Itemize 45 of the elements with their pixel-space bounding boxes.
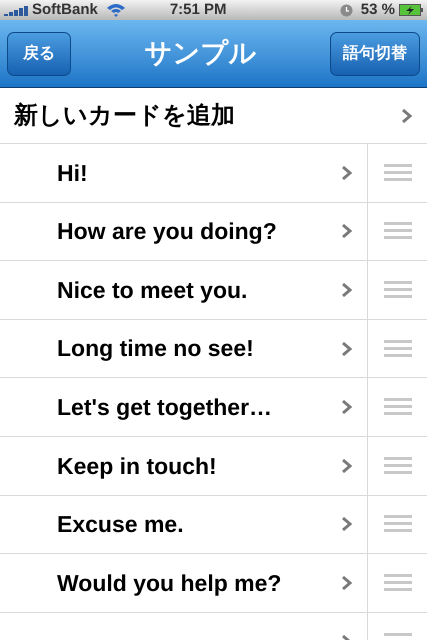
chevron-icon — [341, 223, 353, 240]
chevron-icon — [401, 108, 413, 124]
phrase-text: Long time no see! — [57, 334, 255, 364]
signal-icon — [4, 4, 28, 16]
screen-title: サンプル — [144, 37, 256, 70]
add-card-label: 新しいカードを追加 — [14, 100, 236, 130]
reorder-icon[interactable] — [384, 515, 412, 534]
phrase-text: Keep in touch! — [57, 452, 218, 481]
reorder-icon[interactable] — [384, 222, 412, 240]
phrase-text: Excuse me. — [57, 510, 185, 540]
clock-time: 7:51 PM — [170, 0, 227, 20]
wifi-icon — [106, 3, 126, 17]
battery-icon — [399, 4, 423, 16]
back-button[interactable]: 戻る — [7, 32, 71, 76]
phrase-row[interactable]: Would you help me? — [0, 554, 368, 612]
chevron-icon — [341, 516, 353, 532]
chevron-icon — [341, 458, 353, 474]
chevron-icon — [341, 282, 353, 298]
chevron-icon — [341, 574, 353, 591]
clock-icon — [340, 4, 353, 16]
reorder-icon[interactable] — [384, 456, 412, 475]
phrase-text: Would you help me? — [57, 568, 282, 598]
phrase-text: Hi! — [57, 158, 89, 188]
chevron-icon — [341, 399, 353, 416]
reorder-icon[interactable] — [384, 340, 412, 358]
reorder-icon[interactable] — [384, 574, 412, 592]
toggle-phrase-button[interactable]: 語句切替 — [330, 32, 420, 76]
reorder-icon[interactable] — [384, 164, 412, 182]
phrase-row[interactable]: Excuse me. — [0, 496, 368, 554]
phrase-row[interactable]: Nice to meet you. — [0, 261, 368, 319]
phrase-row[interactable]: Long time no see! — [0, 320, 368, 378]
phrase-text: How are you doing? — [57, 217, 278, 246]
phrase-row[interactable]: How are you doing? — [0, 202, 368, 260]
phrase-text: Nice to meet you. — [57, 276, 248, 305]
add-card-row[interactable]: 新しいカードを追加 — [0, 88, 427, 144]
reorder-icon[interactable] — [384, 398, 412, 416]
chevron-icon — [341, 340, 353, 357]
phrase-row[interactable]: Let's get together… — [0, 378, 368, 436]
carrier-name: SoftBank — [32, 0, 98, 20]
phrase-row[interactable]: Keep in touch! — [0, 436, 368, 495]
reorder-icon[interactable] — [384, 280, 412, 299]
phrase-text: Let's get together… — [57, 392, 274, 422]
battery-percent: 53 % — [360, 0, 395, 20]
phrase-row[interactable]: Hi! — [0, 144, 368, 202]
chevron-icon — [341, 164, 353, 181]
